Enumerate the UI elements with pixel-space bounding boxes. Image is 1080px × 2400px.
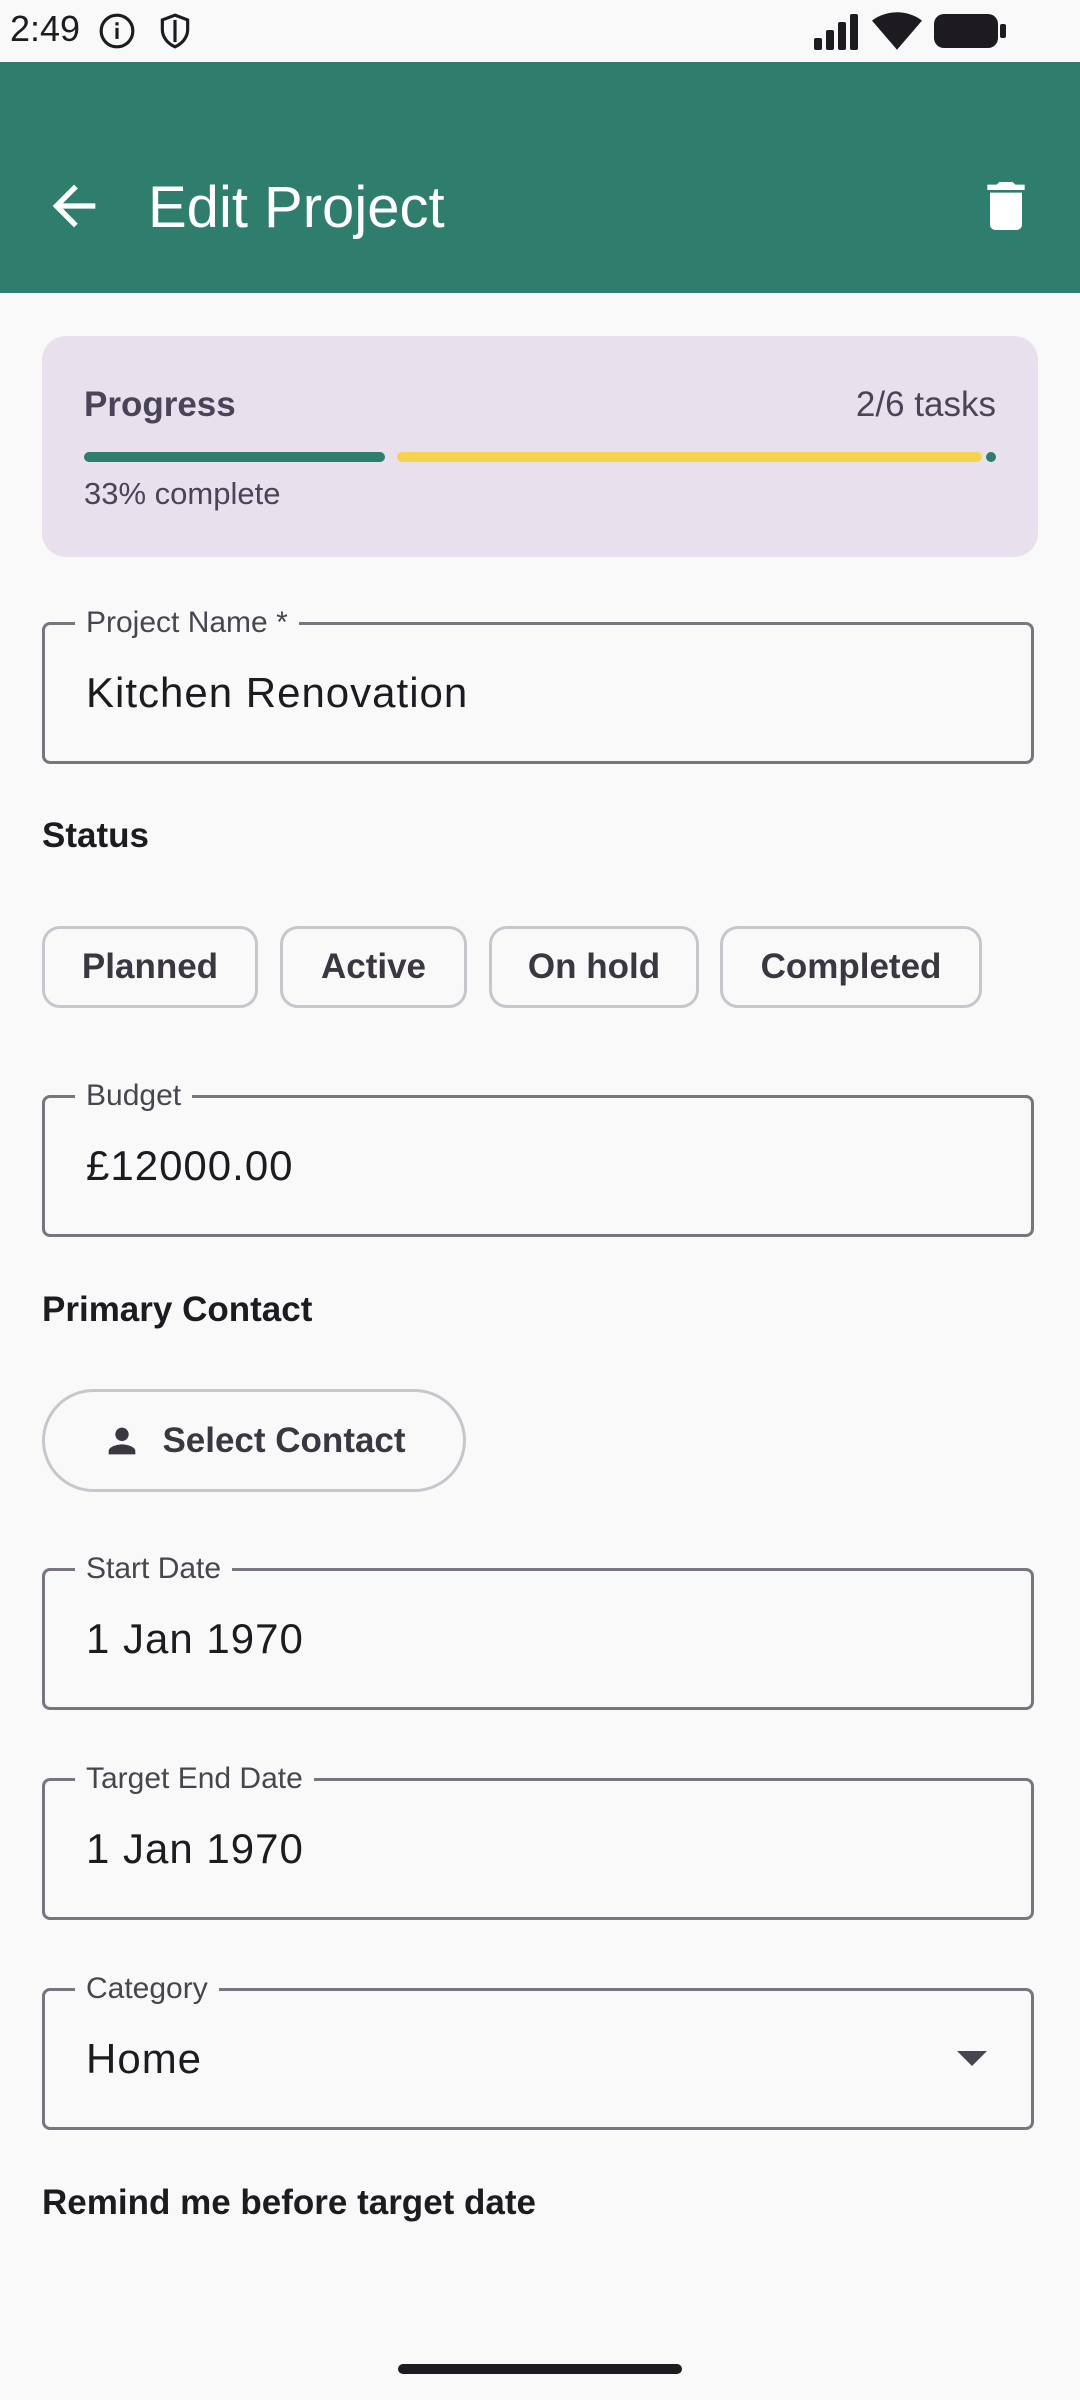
target-end-date-field[interactable]: Target End Date 1 Jan 1970 [42,1759,1034,1920]
home-indicator[interactable] [398,2364,682,2374]
signal-icon [812,14,860,55]
project-name-field[interactable]: Project Name * Kitchen Renovation [42,603,1034,764]
budget-label: Budget [75,1076,193,1116]
reminder-heading: Remind me before target date [42,2183,536,2222]
status-chip-planned[interactable]: Planned [42,926,258,1008]
progress-bar [84,452,996,462]
status-heading: Status [42,816,149,855]
status-chip-completed[interactable]: Completed [720,926,982,1008]
progress-end-dot [986,452,996,462]
arrow-back-icon [52,184,96,228]
category-value: Home [86,2035,203,2082]
info-icon [98,12,136,55]
progress-label: Progress [84,385,236,424]
trash-icon [987,182,1025,230]
start-date-label: Start Date [75,1549,233,1589]
budget-value: £12000.00 [86,1142,294,1189]
person-icon [109,1427,136,1454]
category-dropdown[interactable]: Category Home [42,1969,1034,2130]
budget-field[interactable]: Budget £12000.00 [42,1076,1034,1237]
category-label: Category [75,1969,219,2009]
project-name-label: Project Name * [75,603,299,643]
battery-icon [934,14,1006,53]
start-date-value: 1 Jan 1970 [86,1615,304,1662]
status-chip-active[interactable]: Active [280,926,467,1008]
target-end-date-value: 1 Jan 1970 [86,1825,304,1872]
progress-card: Progress 2/6 tasks 33% complete [42,336,1038,557]
primary-contact-heading: Primary Contact [42,1290,313,1329]
back-button[interactable] [42,174,106,238]
delete-button[interactable] [974,174,1038,238]
target-end-date-label: Target End Date [75,1759,314,1799]
wifi-icon [872,12,922,55]
status-bar: 2:49 [0,0,1080,62]
app-bar: Edit Project [0,62,1080,293]
select-contact-label: Select Contact [162,1420,406,1460]
progress-percent: 33% complete [84,476,281,511]
project-name-value: Kitchen Renovation [86,669,469,716]
progress-count: 2/6 tasks [855,385,996,424]
status-time: 2:49 [10,8,81,49]
status-chip-on-hold[interactable]: On hold [489,926,699,1008]
shield-icon [156,12,194,55]
progress-fill [84,452,385,462]
page-title: Edit Project [148,175,445,240]
dropdown-arrow-icon [957,2051,987,2066]
progress-remaining [397,452,982,462]
start-date-field[interactable]: Start Date 1 Jan 1970 [42,1549,1034,1710]
select-contact-button[interactable]: Select Contact [42,1389,466,1492]
